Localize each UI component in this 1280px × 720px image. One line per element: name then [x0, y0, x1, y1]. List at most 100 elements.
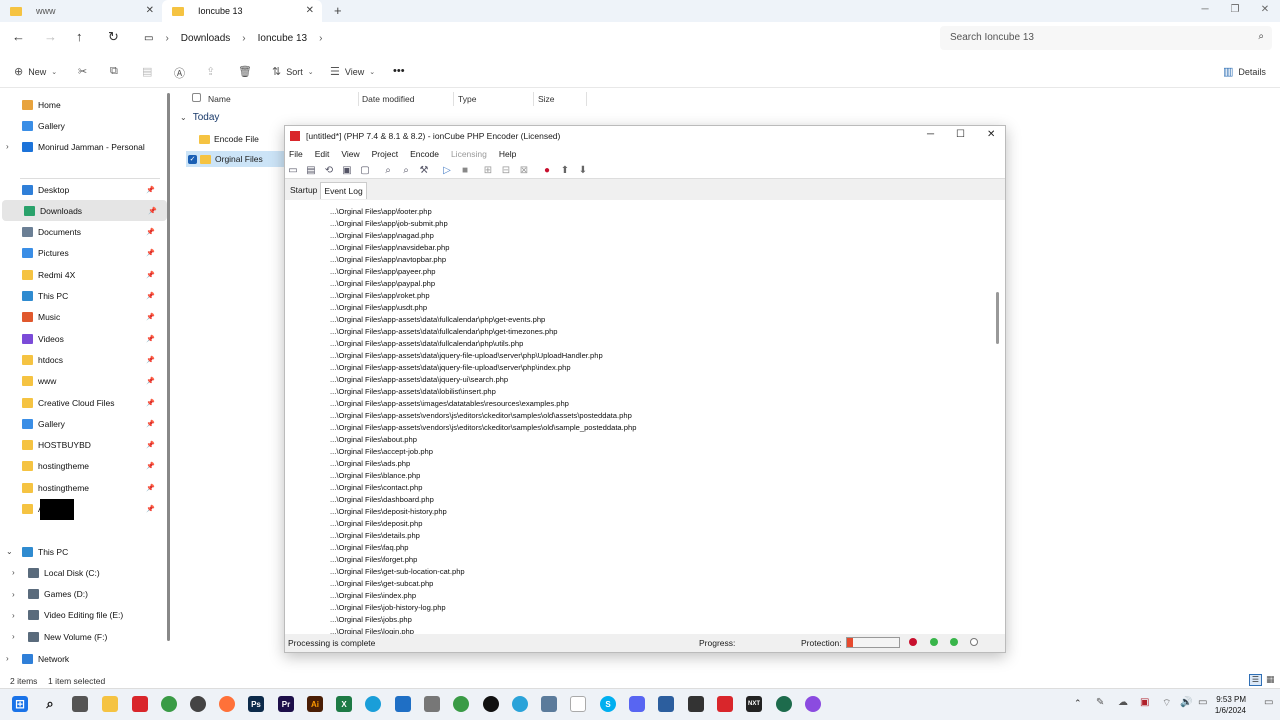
- breadcrumb-downloads[interactable]: Downloads: [181, 33, 230, 44]
- forward-icon[interactable]: →: [44, 29, 57, 44]
- find-icon[interactable]: ⌕: [382, 164, 394, 176]
- notification-icon[interactable]: ▭: [1264, 697, 1273, 708]
- new-tab-icon[interactable]: +: [334, 3, 342, 18]
- list-item[interactable]: Encode File: [186, 131, 288, 147]
- details-view-icon[interactable]: ☰: [1249, 674, 1262, 686]
- menu-view[interactable]: View: [341, 149, 359, 159]
- sidebar-item-videos[interactable]: Videos 📌: [0, 328, 165, 349]
- calculator-icon[interactable]: [424, 696, 440, 712]
- chevron-right-icon[interactable]: ›: [12, 632, 15, 641]
- column-type[interactable]: Type: [458, 94, 476, 104]
- task-view-icon[interactable]: [72, 696, 88, 712]
- sidebar-item-pictures[interactable]: Pictures 📌: [0, 243, 165, 264]
- wifi-icon[interactable]: ⌔: [1162, 697, 1171, 710]
- start-icon[interactable]: ⊞: [12, 696, 28, 712]
- sidebar-item-desktop[interactable]: Desktop 📌: [0, 179, 165, 200]
- clock[interactable]: 9:53 PM 1/6/2024: [1215, 694, 1246, 716]
- app-icon[interactable]: [717, 696, 733, 712]
- app-icon[interactable]: [688, 696, 704, 712]
- excel-icon[interactable]: X: [336, 696, 352, 712]
- volume-icon[interactable]: 🔊: [1180, 697, 1192, 708]
- file-explorer-icon[interactable]: [102, 696, 118, 712]
- open-project-icon[interactable]: ▤: [305, 164, 317, 176]
- menu-file[interactable]: File: [289, 149, 303, 159]
- add-icon[interactable]: ⊞: [482, 164, 494, 176]
- premiere-icon[interactable]: Pr: [278, 696, 294, 712]
- discord-icon[interactable]: [629, 696, 645, 712]
- column-divider[interactable]: [533, 92, 534, 106]
- tiles-view-icon[interactable]: ▦: [1266, 674, 1275, 685]
- copy-button[interactable]: ⧉: [110, 65, 118, 78]
- battery-icon[interactable]: ▭: [1198, 697, 1207, 708]
- sidebar-item-htdocs[interactable]: htdocs 📌: [0, 349, 165, 370]
- remove-icon[interactable]: ⊟: [500, 164, 512, 176]
- sidebar-item-gallery[interactable]: Gallery: [0, 115, 165, 136]
- tray-icon[interactable]: ▣: [1140, 697, 1149, 708]
- share-button[interactable]: ⇪: [206, 65, 215, 78]
- new-button[interactable]: ⊕ New ⌄: [14, 65, 57, 78]
- column-name[interactable]: Name: [208, 94, 231, 104]
- back-icon[interactable]: ←: [12, 29, 25, 44]
- delete-button[interactable]: 🗑: [238, 65, 252, 78]
- paste-button[interactable]: ▤: [142, 65, 152, 78]
- sidebar-item-hostingtheme[interactable]: hostingtheme 📌: [0, 456, 165, 477]
- stop-icon[interactable]: ■: [459, 164, 471, 176]
- app-icon[interactable]: [541, 696, 557, 712]
- close-icon[interactable]: ✕: [146, 5, 154, 16]
- minimize-icon[interactable]: ─: [927, 129, 934, 140]
- app-icon[interactable]: [776, 696, 792, 712]
- find-file-icon[interactable]: ⌕: [400, 164, 412, 176]
- tab-ioncube[interactable]: Ioncube 13 ✕: [162, 0, 322, 22]
- chevron-right-icon[interactable]: ›: [6, 142, 9, 151]
- list-item-selected[interactable]: ✓ Orginal Files: [186, 151, 286, 167]
- sidebar-item-documents[interactable]: Documents 📌: [0, 222, 165, 243]
- sidebar-item-local-disk-c-[interactable]: › Local Disk (C:): [0, 562, 165, 583]
- tools-icon[interactable]: ⚒: [418, 164, 430, 176]
- chrome-icon[interactable]: [161, 696, 177, 712]
- chevron-right-icon[interactable]: ›: [6, 654, 9, 663]
- up-icon[interactable]: ↑: [76, 29, 83, 44]
- refresh-icon[interactable]: ↻: [108, 29, 119, 45]
- new-project-icon[interactable]: ▭: [287, 164, 299, 176]
- view-button[interactable]: ☰ View ⌄: [330, 65, 375, 78]
- app-icon[interactable]: [658, 696, 674, 712]
- tab-www[interactable]: www ✕: [0, 0, 162, 22]
- column-divider[interactable]: [453, 92, 454, 106]
- rename-button[interactable]: Ⓐ: [174, 65, 185, 81]
- app-icon[interactable]: [483, 696, 499, 712]
- sidebar-item-new-volume-f-[interactable]: › New Volume (F:): [0, 626, 165, 647]
- sidebar-item-music[interactable]: Music 📌: [0, 307, 165, 328]
- close-icon[interactable]: ✕: [306, 5, 314, 16]
- sidebar-item-gallery[interactable]: Gallery 📌: [0, 413, 165, 434]
- tab-event-log[interactable]: Event Log: [320, 182, 367, 199]
- event-log-panel[interactable]: ...\Orginal Files\app\footer.php ...\Orgi…: [285, 200, 1005, 634]
- menu-licensing[interactable]: Licensing: [451, 149, 487, 159]
- play-icon[interactable]: ▷: [441, 164, 453, 176]
- vscode-icon[interactable]: [395, 696, 411, 712]
- sidebar-item-monirud-jamman-personal[interactable]: › Monirud Jamman - Personal: [0, 136, 165, 157]
- sidebar-scrollbar[interactable]: [167, 93, 170, 641]
- select-all-checkbox[interactable]: [192, 93, 201, 102]
- ioncube-taskbar-icon[interactable]: [132, 696, 148, 712]
- pen-icon[interactable]: ✎: [1096, 697, 1104, 708]
- breadcrumb-ioncube[interactable]: Ioncube 13: [258, 33, 308, 44]
- sidebar-item-video-editing-file-e-[interactable]: › Video Editing file (E:): [0, 605, 165, 626]
- column-date-modified[interactable]: Date modified: [362, 94, 414, 104]
- details-button[interactable]: ▥ Details: [1223, 65, 1266, 78]
- breadcrumb[interactable]: ▭ › Downloads › Ioncube 13 ›: [138, 26, 928, 50]
- maximize-icon[interactable]: ☐: [956, 129, 965, 140]
- more-button[interactable]: •••: [393, 65, 405, 77]
- minimize-icon[interactable]: ─: [1190, 0, 1220, 20]
- sidebar-item-downloads[interactable]: Downloads 📌: [2, 200, 167, 222]
- search-icon[interactable]: ⌕: [42, 696, 58, 712]
- close-window-icon[interactable]: ✕: [987, 129, 995, 140]
- cut-button[interactable]: ✂: [78, 65, 87, 78]
- edge-icon[interactable]: [365, 696, 381, 712]
- sidebar-item-a[interactable]: A📌: [0, 498, 165, 520]
- sidebar-item-www[interactable]: www 📌: [0, 371, 165, 392]
- close-window-icon[interactable]: ✕: [1250, 0, 1280, 20]
- menu-help[interactable]: Help: [499, 149, 516, 159]
- menu-encode[interactable]: Encode: [410, 149, 439, 159]
- illustrator-icon[interactable]: Ai: [307, 696, 323, 712]
- clear-icon[interactable]: ⊠: [518, 164, 530, 176]
